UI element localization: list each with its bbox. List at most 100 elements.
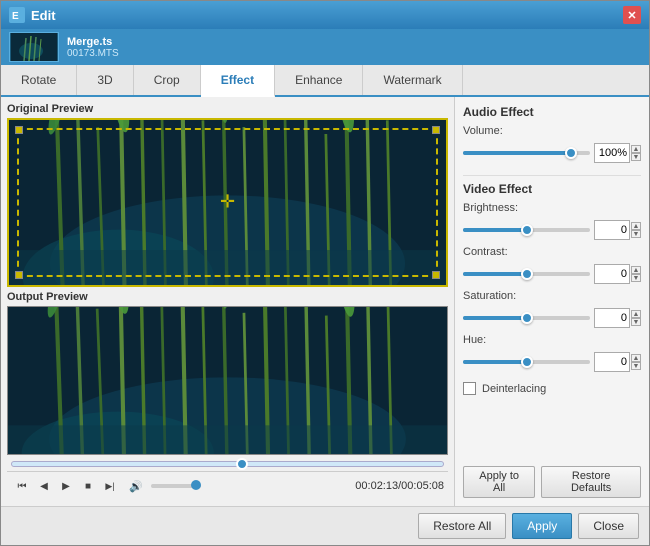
tab-3d[interactable]: 3D <box>77 65 133 95</box>
close-icon[interactable]: ✕ <box>623 6 641 24</box>
step-back-button[interactable]: ◀ <box>34 476 54 496</box>
brightness-spinner[interactable]: ▲ ▼ <box>631 222 641 238</box>
brightness-down-arrow[interactable]: ▼ <box>631 230 641 238</box>
apply-to-all-button[interactable]: Apply to All <box>463 466 535 498</box>
saturation-slider-row: 0 ▲ ▼ <box>463 308 641 328</box>
deinterlacing-checkbox[interactable] <box>463 382 476 395</box>
hue-up-arrow[interactable]: ▲ <box>631 354 641 362</box>
file-sub: 00173.MTS <box>67 48 119 59</box>
brightness-up-arrow[interactable]: ▲ <box>631 222 641 230</box>
brightness-label-row: Brightness: <box>463 202 641 214</box>
hue-slider-row: 0 ▲ ▼ <box>463 352 641 372</box>
brightness-slider-container[interactable] <box>463 223 590 237</box>
volume-down-arrow[interactable]: ▼ <box>631 153 641 161</box>
file-name: Merge.ts <box>67 36 119 48</box>
file-info: Merge.ts 00173.MTS <box>67 36 119 59</box>
restore-all-button[interactable]: Restore All <box>418 513 506 539</box>
volume-slider-container[interactable] <box>463 146 590 160</box>
output-preview-label: Output Preview <box>7 291 448 303</box>
saturation-up-arrow[interactable]: ▲ <box>631 310 641 318</box>
brightness-fill <box>463 228 527 232</box>
contrast-label: Contrast: <box>463 246 533 258</box>
tab-rotate[interactable]: Rotate <box>1 65 77 95</box>
close-button[interactable]: Close <box>578 513 639 539</box>
volume-spinner[interactable]: ▲ ▼ <box>631 145 641 161</box>
hue-label: Hue: <box>463 334 533 346</box>
hue-down-arrow[interactable]: ▼ <box>631 362 641 370</box>
volume-icon[interactable]: 🔊 <box>126 476 146 496</box>
contrast-slider-thumb[interactable] <box>521 268 533 280</box>
saturation-label: Saturation: <box>463 290 533 302</box>
volume-up-arrow[interactable]: ▲ <box>631 145 641 153</box>
left-panel: Original Preview <box>1 97 454 506</box>
tab-effect[interactable]: Effect <box>201 65 275 97</box>
skip-to-start-button[interactable]: ⏮ <box>12 476 32 496</box>
hue-spinner[interactable]: ▲ ▼ <box>631 354 641 370</box>
brightness-slider-thumb[interactable] <box>521 224 533 236</box>
saturation-slider-container[interactable] <box>463 311 590 325</box>
hue-slider-container[interactable] <box>463 355 590 369</box>
saturation-value: 0 <box>594 308 630 328</box>
stop-button[interactable]: ■ <box>78 476 98 496</box>
saturation-fill <box>463 316 527 320</box>
brightness-track <box>463 228 590 232</box>
hue-label-row: Hue: <box>463 334 641 346</box>
hue-track <box>463 360 590 364</box>
crop-handle-tl[interactable] <box>15 126 23 134</box>
saturation-down-arrow[interactable]: ▼ <box>631 318 641 326</box>
contrast-value: 0 <box>594 264 630 284</box>
tab-crop[interactable]: Crop <box>134 65 201 95</box>
timeline-thumb[interactable] <box>236 458 248 470</box>
file-bar: Merge.ts 00173.MTS <box>1 29 649 65</box>
title-bar: E Edit ✕ <box>1 1 649 29</box>
saturation-spinner[interactable]: ▲ ▼ <box>631 310 641 326</box>
saturation-slider-thumb[interactable] <box>521 312 533 324</box>
contrast-up-arrow[interactable]: ▲ <box>631 266 641 274</box>
original-preview-box: ✛ <box>7 118 448 287</box>
restore-defaults-button[interactable]: Restore Defaults <box>541 466 641 498</box>
crop-handle-tr[interactable] <box>432 126 440 134</box>
crop-handle-bl[interactable] <box>15 271 23 279</box>
deinterlacing-row: Deinterlacing <box>463 382 641 395</box>
contrast-spinner[interactable]: ▲ ▼ <box>631 266 641 282</box>
volume-thumb[interactable] <box>191 480 201 490</box>
file-thumbnail <box>9 32 59 62</box>
output-section: Output Preview <box>7 291 448 456</box>
saturation-track <box>463 316 590 320</box>
crop-handle-br[interactable] <box>432 271 440 279</box>
original-video: ✛ <box>9 120 446 285</box>
volume-slider[interactable] <box>151 484 201 488</box>
output-preview-box <box>7 306 448 456</box>
video-effect-title: Video Effect <box>463 182 641 196</box>
volume-track <box>463 151 590 155</box>
contrast-down-arrow[interactable]: ▼ <box>631 274 641 282</box>
volume-slider-row: 100% ▲ ▼ <box>463 143 641 163</box>
controls-row: ⏮ ◀ ▶ ■ ▶| 🔊 00:02:13/00:05:08 <box>7 471 448 500</box>
apply-all-row: Apply to All Restore Defaults <box>463 458 641 498</box>
tab-enhance[interactable]: Enhance <box>275 65 363 95</box>
brightness-slider-row: 0 ▲ ▼ <box>463 220 641 240</box>
hue-slider-thumb[interactable] <box>521 356 533 368</box>
contrast-slider-container[interactable] <box>463 267 590 281</box>
contrast-track <box>463 272 590 276</box>
window-title: Edit <box>31 8 623 23</box>
bottom-bar: Restore All Apply Close <box>1 506 649 545</box>
contrast-label-row: Contrast: <box>463 246 641 258</box>
tab-watermark[interactable]: Watermark <box>363 65 462 95</box>
volume-slider-thumb[interactable] <box>565 147 577 159</box>
volume-label: Volume: <box>463 125 533 137</box>
contrast-slider-row: 0 ▲ ▼ <box>463 264 641 284</box>
tab-bar: Rotate 3D Crop Effect Enhance Watermark <box>1 65 649 97</box>
timeline-bar[interactable] <box>11 461 444 467</box>
time-total: 00:05:08 <box>401 480 444 492</box>
time-display: 00:02:13/00:05:08 <box>355 480 444 492</box>
volume-row: Volume: <box>463 125 641 137</box>
audio-effect-title: Audio Effect <box>463 105 641 119</box>
play-button[interactable]: ▶ <box>56 476 76 496</box>
original-preview-label: Original Preview <box>7 103 448 115</box>
apply-button[interactable]: Apply <box>512 513 572 539</box>
time-current: 00:02:13 <box>355 480 398 492</box>
brightness-value: 0 <box>594 220 630 240</box>
step-forward-button[interactable]: ▶| <box>100 476 120 496</box>
divider-1 <box>463 175 641 176</box>
